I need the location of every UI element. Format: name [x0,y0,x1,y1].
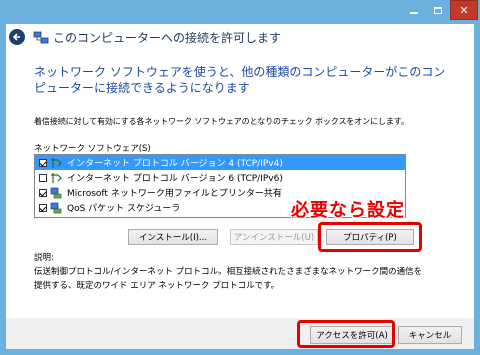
minimize-button[interactable] [402,0,426,20]
checkbox-file-share[interactable] [39,188,47,197]
main-heading: ネットワーク ソフトウェアを使うと、他の種類のコンピューターがこのコンピューター… [34,65,446,95]
list-item-ipv4[interactable]: インターネット プロトコル バージョン 4 (TCP/IPv4) [35,155,405,170]
checkbox-ipv6[interactable] [39,173,47,182]
checkbox-ipv4[interactable] [39,158,47,167]
instruction-text: 着信接続に対して有効にする各ネットワーク ソフトウェアのとなりのチェック ボック… [34,117,409,126]
list-item-label: QoS パケット スケジューラ [67,204,181,214]
back-button[interactable] [9,29,25,45]
properties-highlight [318,222,422,252]
list-item-label: Microsoft ネットワーク用ファイルとプリンター共有 [67,189,282,199]
callout-annotation: 必要なら設定 [291,200,405,221]
maximize-icon [434,6,442,14]
back-arrow-icon [12,33,20,41]
network-service-icon [50,202,62,213]
footer-bar: アクセスを許可(A) キャンセル [6,318,474,349]
network-connection-icon [33,31,49,44]
title-bar: ✕ [0,0,480,24]
close-icon: ✕ [459,3,469,17]
allow-access-highlight [297,320,395,348]
network-protocol-icon [51,172,62,183]
checkbox-qos[interactable] [39,203,47,212]
cancel-button[interactable]: キャンセル [398,326,462,344]
minimize-icon [410,12,418,14]
description-text: 伝送制御プロトコル/インターネット プロトコル。相互接続されたさまざまなネットワ… [34,267,423,291]
dialog-window: ✕ このコンピューターへの接続を許可します ネットワーク ソフトウェアを使うと、… [0,0,480,355]
maximize-button[interactable] [426,0,450,20]
header-bar: このコンピューターへの接続を許可します [6,24,474,50]
list-item-ipv6[interactable]: インターネット プロトコル バージョン 6 (TCP/IPv6) [35,170,405,185]
install-button[interactable]: インストール(I)... [128,229,218,245]
content-pane: ネットワーク ソフトウェアを使うと、他の種類のコンピューターがこのコンピューター… [6,50,474,318]
close-button[interactable]: ✕ [450,0,478,20]
uninstall-button[interactable]: アンインストール(U) [230,229,318,245]
list-item-label: インターネット プロトコル バージョン 6 (TCP/IPv6) [67,174,283,184]
window-title: このコンピューターへの接続を許可します [53,30,282,45]
list-item-label: インターネット プロトコル バージョン 4 (TCP/IPv4) [67,159,283,169]
network-protocol-icon [51,157,62,168]
description-label: 説明: [34,253,54,263]
software-list-label: ネットワーク ソフトウェア(S) [34,144,151,154]
network-service-icon [50,187,62,198]
